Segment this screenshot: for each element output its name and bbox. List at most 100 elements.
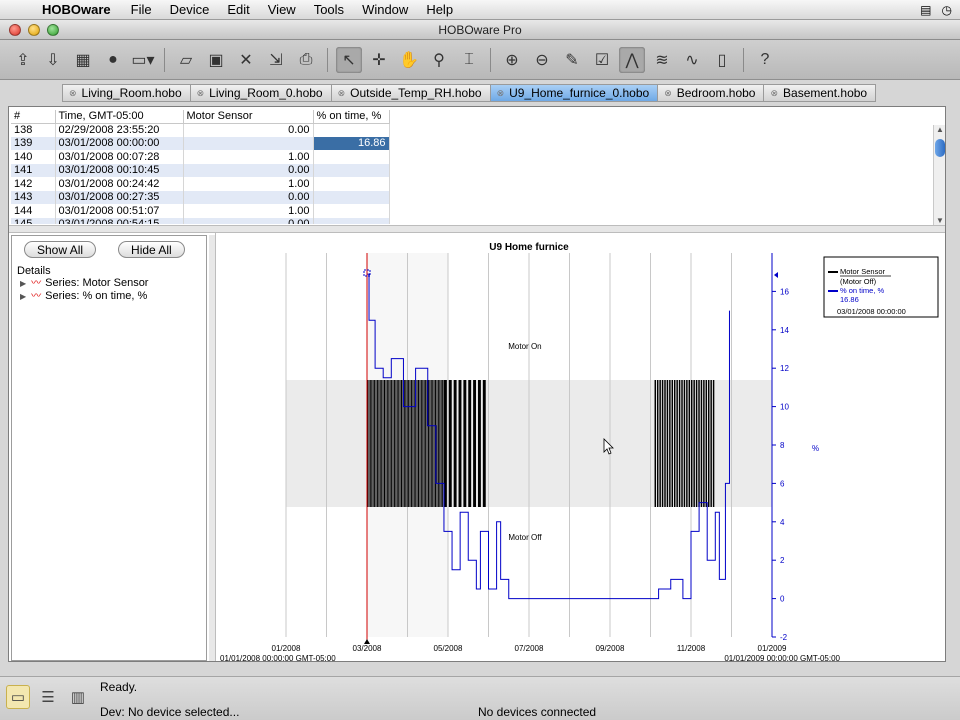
table-cell[interactable]: 0.00 [183,190,314,204]
tab-file[interactable]: ⊗ Basement.hobo [763,84,877,102]
tab-close-icon[interactable]: ⊗ [197,88,205,99]
table-row[interactable]: 142 03/01/2008 00:24:42 1.00 [11,177,390,191]
table-cell[interactable] [313,123,390,137]
table-row[interactable]: 141 03/01/2008 00:10:45 0.00 [11,163,390,177]
table-row[interactable]: 14503/01/2008 00:54:150.00 [11,217,390,224]
table-cell[interactable]: 0.00 [183,217,314,224]
table-cell[interactable]: 03/01/2008 00:24:42 [55,177,184,191]
show-all-button[interactable]: Show All [24,241,97,258]
graph-area[interactable]: Motor On Motor Off U9 Home furnice 16 14 12 10… [215,233,945,663]
details-view-icon[interactable]: ▭ [6,685,30,709]
device-menu-icon[interactable]: ▭▾ [130,47,156,73]
tab-file[interactable]: ⊗ Outside_Temp_RH.hobo [330,84,490,102]
col-header-time[interactable]: Time, GMT-05:00 [55,110,184,124]
table-cell[interactable]: 0.00 [183,163,314,177]
readout-icon[interactable]: ⇩ [40,47,66,73]
help-icon[interactable]: ? [752,47,778,73]
menu-help[interactable]: Help [417,2,462,17]
print-icon[interactable]: ⎙ [293,47,319,73]
table-cell[interactable] [183,136,314,150]
table-cell[interactable]: 1.00 [183,177,314,191]
table-row[interactable]: 138 02/29/2008 23:55:20 0.00 [11,123,390,137]
tab-file[interactable]: ⊗ Living_Room_0.hobo [189,84,331,102]
tab-file[interactable]: ⊗ U9_Home_furnice_0.hobo [489,84,658,102]
table-cell[interactable]: 03/01/2008 00:00:00 [55,136,184,150]
table-cell[interactable]: 03/01/2008 00:54:15 [55,217,184,224]
table-cell[interactable]: 1.00 [183,150,314,164]
table-cell[interactable] [313,204,390,218]
horizontal-splitter[interactable] [9,225,945,233]
export-icon[interactable]: ⇲ [263,47,289,73]
line-graph-icon[interactable]: ∿ [679,47,705,73]
zoom-in-icon[interactable]: ⊕ [499,47,525,73]
tab-close-icon[interactable]: ⊗ [338,88,346,99]
close-file-icon[interactable]: ✕ [233,47,259,73]
save-icon[interactable]: ▣ [203,47,229,73]
table-row[interactable]: 144 03/01/2008 00:51:07 1.00 [11,204,390,218]
tab-file[interactable]: ⊗ Bedroom.hobo [657,84,764,102]
table-scrollbar[interactable]: ▲ ▼ [933,125,945,225]
series-item-pct[interactable]: ▶ 〰 Series: % on time, % [20,290,147,302]
table-cell[interactable] [313,190,390,204]
col-header-pct[interactable]: % on time, % [313,110,390,124]
tab-close-icon[interactable]: ⊗ [69,88,77,99]
hand-icon[interactable]: ✋ [396,47,422,73]
table-cell[interactable]: 142 [11,177,56,191]
table-row[interactable]: 143 03/01/2008 00:27:35 0.00 [11,190,390,204]
menu-tools[interactable]: Tools [305,2,353,17]
graph-plot-icon[interactable]: ⋀ [619,46,645,73]
table-row[interactable]: 139 03/01/2008 00:00:00 16.86 [11,136,390,150]
tab-close-icon[interactable]: ⊗ [664,88,672,99]
scroll-down-icon[interactable]: ▼ [936,216,944,225]
menu-window[interactable]: Window [353,2,417,17]
launch-icon[interactable]: ⇪ [10,47,36,73]
table-cell[interactable]: 16.86 [313,136,390,150]
scroll-up-icon[interactable]: ▲ [936,125,944,134]
table-cell[interactable]: 138 [11,123,56,137]
menu-file[interactable]: File [122,2,161,17]
script-menu-icon[interactable]: ▤ [920,3,931,17]
table-cell[interactable]: 03/01/2008 00:51:07 [55,204,184,218]
table-cell[interactable]: 145 [11,217,56,224]
menu-app[interactable]: HOBOware [36,2,122,17]
table-cell[interactable]: 141 [11,163,56,177]
status-icon[interactable]: ▦ [70,47,96,73]
time-machine-icon[interactable]: ◷ [942,3,952,17]
table-cell[interactable]: 139 [11,136,56,150]
column-view-icon[interactable]: ▥ [66,685,90,709]
menu-device[interactable]: Device [161,2,219,17]
series-item-motor[interactable]: ▶ 〰 Series: Motor Sensor [20,277,148,289]
crosshair-icon[interactable]: ✛ [366,47,392,73]
table-cell[interactable]: 143 [11,190,56,204]
scroll-thumb[interactable] [935,139,945,157]
window-zoom-button[interactable] [47,23,59,36]
magnifier-icon[interactable]: ⚲ [426,47,452,73]
table-cell[interactable]: 0.00 [183,123,314,137]
tab-close-icon[interactable]: ⊗ [770,88,778,99]
open-folder-icon[interactable]: ▱ [173,47,199,73]
tab-file[interactable]: ⊗ Living_Room.hobo [62,84,190,102]
table-cell[interactable]: 140 [11,150,56,164]
col-header-motor[interactable]: Motor Sensor [183,110,314,124]
text-cursor-icon[interactable]: ⌶ [456,47,482,73]
disclosure-triangle-icon[interactable]: ▶ [20,279,26,288]
window-minimize-button[interactable] [28,23,40,36]
disclosure-triangle-icon[interactable]: ▶ [20,292,26,301]
zoom-out-icon[interactable]: ⊖ [529,47,555,73]
table-cell[interactable]: 03/01/2008 00:10:45 [55,163,184,177]
series-plot-icon[interactable]: ≋ [649,47,675,73]
table-cell[interactable]: 1.00 [183,204,314,218]
stop-icon[interactable]: ● [100,47,126,73]
checklist-icon[interactable]: ☑ [589,47,615,73]
hide-all-button[interactable]: Hide All [118,241,185,258]
table-cell[interactable]: 144 [11,204,56,218]
table-cell[interactable]: 03/01/2008 00:07:28 [55,150,184,164]
table-cell[interactable]: 02/29/2008 23:55:20 [55,123,184,137]
table-cell[interactable] [313,163,390,177]
pointer-icon[interactable]: ↖ [336,46,362,73]
col-header-index[interactable]: # [11,110,56,124]
table-cell[interactable]: 03/01/2008 00:27:35 [55,190,184,204]
menu-edit[interactable]: Edit [218,2,258,17]
table-row[interactable]: 140 03/01/2008 00:07:28 1.00 [11,150,390,164]
table-cell[interactable] [313,217,390,224]
